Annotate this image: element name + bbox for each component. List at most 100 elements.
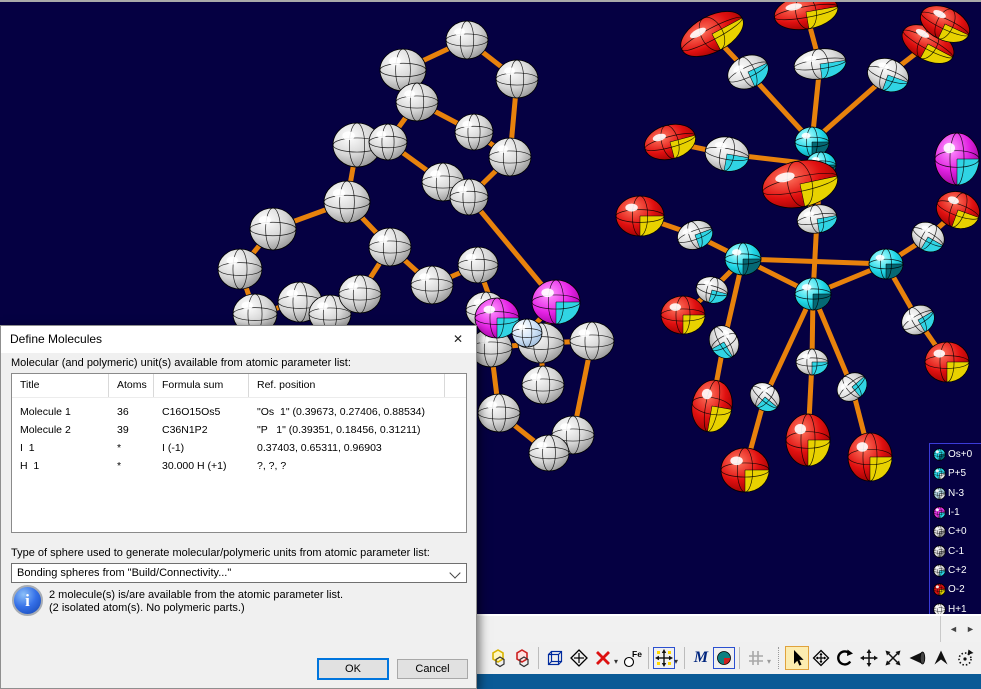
atom-C[interactable] — [339, 275, 381, 313]
cell-formula: I (-1) — [154, 439, 249, 457]
atom-Cq[interactable] — [744, 377, 785, 417]
atom-O[interactable] — [772, 2, 841, 34]
atom-Os[interactable] — [795, 278, 831, 310]
atom-O[interactable] — [721, 448, 769, 492]
atom-C[interactable] — [489, 138, 531, 176]
atom-Os[interactable] — [725, 243, 761, 275]
atom-C[interactable] — [369, 228, 411, 266]
chevron-down-icon[interactable]: ▾ — [674, 657, 678, 666]
hexagon-yellow-button[interactable] — [486, 646, 510, 670]
cell-formula: 30.000 H (+1) — [154, 457, 249, 475]
toolbar-separator — [684, 647, 685, 669]
move-icon — [859, 648, 879, 668]
molecule-list[interactable]: Title Atoms Formula sum Ref. position Mo… — [11, 373, 467, 533]
angle-tool-button[interactable]: φ — [977, 646, 981, 670]
zoom-tool-button[interactable] — [881, 646, 905, 670]
column-header-formula[interactable]: Formula sum — [154, 374, 249, 397]
atom-Cq[interactable] — [792, 46, 848, 83]
dialog-title-bar[interactable]: Define Molecules ✕ — [1, 326, 476, 353]
atom-O[interactable] — [848, 433, 892, 481]
atom-C[interactable] — [529, 435, 569, 471]
atom-Cq[interactable] — [703, 320, 744, 363]
hexagon-red-button[interactable] — [510, 646, 534, 670]
column-header-title[interactable]: Title — [12, 374, 109, 397]
pointer-tool-button[interactable] — [785, 646, 809, 670]
diamond-cross-icon — [569, 648, 589, 668]
sphere-type-label: Type of sphere used to generate molecula… — [11, 547, 430, 559]
atom-C[interactable] — [496, 60, 538, 98]
scroll-right-button[interactable]: ► — [962, 617, 979, 641]
yellow-hexagons-icon — [488, 648, 508, 668]
render-sphere-button[interactable] — [713, 647, 735, 669]
atom-C[interactable] — [324, 181, 370, 223]
table-row[interactable]: I 1 * I (-1) 0.37403, 0.65311, 0.96903 — [12, 439, 466, 457]
cell-formula: C36N1P2 — [154, 421, 249, 439]
scroll-left-button[interactable]: ◄ — [945, 617, 962, 641]
atom-C[interactable] — [396, 83, 438, 121]
atom-I[interactable] — [935, 133, 979, 185]
atom-type-legend: Os+0P+5N-3I-1C+0C-1C+2O-2H+1 — [929, 443, 981, 621]
chevron-down-icon[interactable]: ▾ — [614, 657, 618, 666]
cancel-button[interactable]: Cancel — [397, 659, 468, 679]
chevron-down-icon[interactable]: ▾ — [767, 657, 771, 666]
column-header-refposition[interactable]: Ref. position — [249, 374, 445, 397]
atom-O[interactable] — [925, 342, 969, 382]
cone-tool-button[interactable] — [905, 646, 929, 670]
atom-C[interactable] — [250, 208, 296, 250]
cursor-icon — [787, 648, 807, 668]
sphere-type-combobox[interactable]: Bonding spheres from "Build/Connectivity… — [11, 563, 467, 583]
atom-Cq[interactable] — [831, 367, 872, 407]
unit-cell-button[interactable] — [543, 646, 567, 670]
diamond-arrows-icon — [811, 648, 831, 668]
atom-O[interactable] — [674, 2, 751, 66]
atom-O[interactable] — [616, 196, 664, 236]
spike-tool-button[interactable] — [929, 646, 953, 670]
atom-C[interactable] — [450, 179, 488, 215]
atom-O[interactable] — [661, 296, 705, 334]
column-header-atoms[interactable]: Atoms — [109, 374, 154, 397]
atom-C[interactable] — [218, 249, 262, 289]
atom-Cq[interactable] — [896, 299, 939, 340]
horizontal-scrollbar[interactable]: ◄ ► — [460, 614, 981, 642]
atom-O[interactable] — [786, 414, 830, 466]
track-tool-button[interactable] — [809, 646, 833, 670]
scrollbar-track[interactable] — [460, 616, 941, 642]
atom-P[interactable] — [532, 280, 580, 324]
atom-C[interactable] — [411, 266, 453, 304]
list-label: Molecular (and polymeric) unit(s) availa… — [11, 357, 351, 369]
move-tool-button[interactable] — [857, 646, 881, 670]
remove-symmetry-button[interactable] — [591, 646, 615, 670]
atom-O[interactable] — [688, 377, 736, 435]
table-row[interactable]: Molecule 1 36 C16O15Os5 "Os 1" (0.39673,… — [12, 403, 466, 421]
table-row[interactable]: Molecule 2 39 C36N1P2 "P 1" (0.39351, 0.… — [12, 421, 466, 439]
atom-Cq[interactable] — [796, 349, 828, 375]
atom-C[interactable] — [570, 322, 614, 360]
atom-Cq[interactable] — [673, 216, 716, 255]
grid-button[interactable] — [744, 646, 768, 670]
atom-C[interactable] — [458, 247, 498, 283]
table-row[interactable]: H 1 * 30.000 H (+1) ?, ?, ? — [12, 457, 466, 475]
ok-button[interactable]: OK — [317, 658, 389, 680]
atom-C[interactable] — [455, 114, 493, 150]
move-mode-button[interactable] — [653, 647, 675, 669]
atom-C[interactable] — [369, 124, 407, 160]
atom-N[interactable] — [512, 319, 542, 347]
m-icon: M — [694, 650, 708, 666]
atom-label-button[interactable]: Fe — [620, 646, 644, 670]
plane-button[interactable] — [567, 646, 591, 670]
cone-icon — [907, 648, 927, 668]
toolbar-separator — [538, 647, 539, 669]
atom-C[interactable] — [522, 366, 564, 404]
cell-atoms: * — [109, 457, 154, 475]
rotate-tool-button[interactable] — [833, 646, 857, 670]
atom-O[interactable] — [640, 119, 699, 165]
atom-C[interactable] — [478, 394, 520, 432]
legend-item: P+5 — [932, 464, 981, 483]
atom-C[interactable] — [446, 21, 488, 59]
measure-button[interactable]: M — [689, 646, 713, 670]
cell-refposition: "Os 1" (0.39673, 0.27406, 0.88534) — [249, 403, 466, 421]
atom-Os[interactable] — [869, 249, 903, 279]
rotate-step-button[interactable] — [953, 646, 977, 670]
atom-Cq[interactable] — [702, 133, 751, 174]
close-icon[interactable]: ✕ — [440, 326, 476, 353]
